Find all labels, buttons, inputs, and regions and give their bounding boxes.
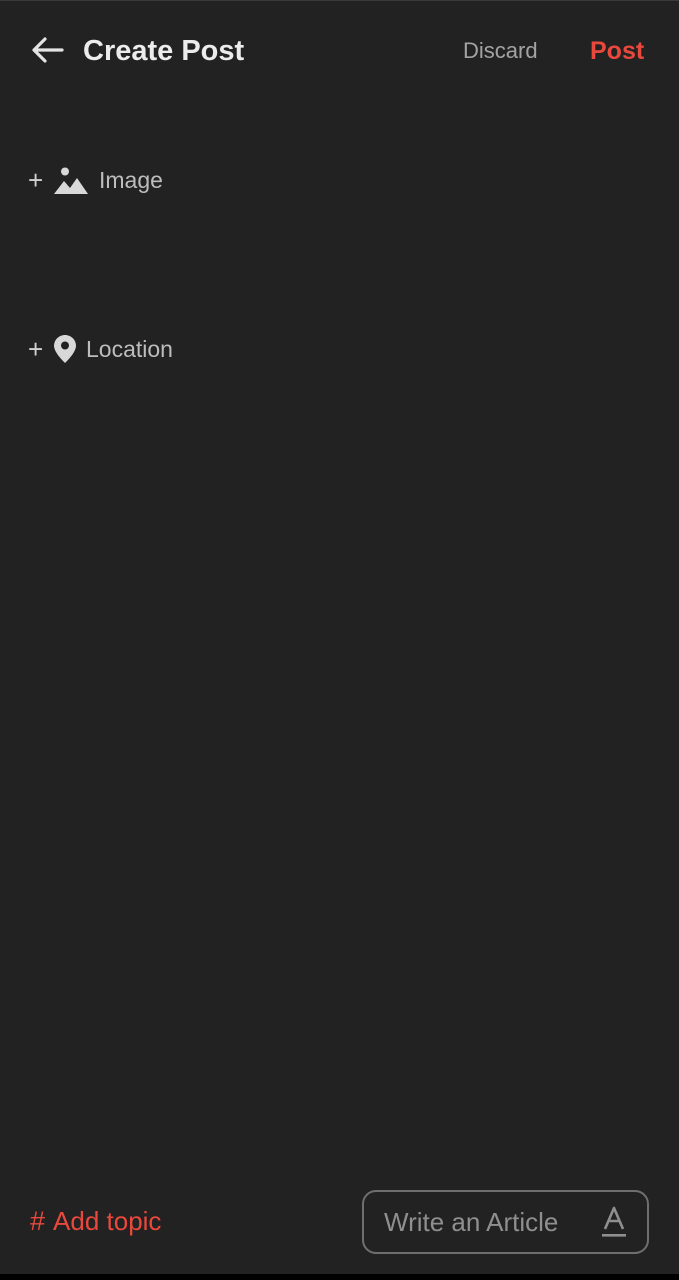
add-image-button[interactable]: + Image xyxy=(28,165,163,195)
add-location-button[interactable]: + Location xyxy=(28,334,173,364)
hashtag-icon: # xyxy=(30,1206,46,1236)
write-article-label: Write an Article xyxy=(384,1207,559,1237)
add-image-label: Image xyxy=(99,167,163,193)
add-topic-label: Add topic xyxy=(53,1206,162,1236)
add-location-label: Location xyxy=(86,336,173,362)
write-article-button[interactable]: Write an Article xyxy=(362,1190,649,1254)
location-pin-icon xyxy=(54,335,76,363)
page-title: Create Post xyxy=(83,35,245,67)
text-format-icon xyxy=(601,1206,627,1238)
discard-button[interactable]: Discard xyxy=(463,35,538,67)
back-button[interactable] xyxy=(28,35,66,69)
plus-icon: + xyxy=(28,165,44,195)
create-post-screen: Create Post Discard Post + Image + Locat… xyxy=(0,0,679,1274)
add-topic-button[interactable]: # Add topic xyxy=(30,1203,161,1239)
post-button[interactable]: Post xyxy=(590,32,644,70)
arrow-left-icon xyxy=(30,36,64,69)
plus-icon: + xyxy=(28,334,44,364)
image-icon xyxy=(54,166,88,194)
